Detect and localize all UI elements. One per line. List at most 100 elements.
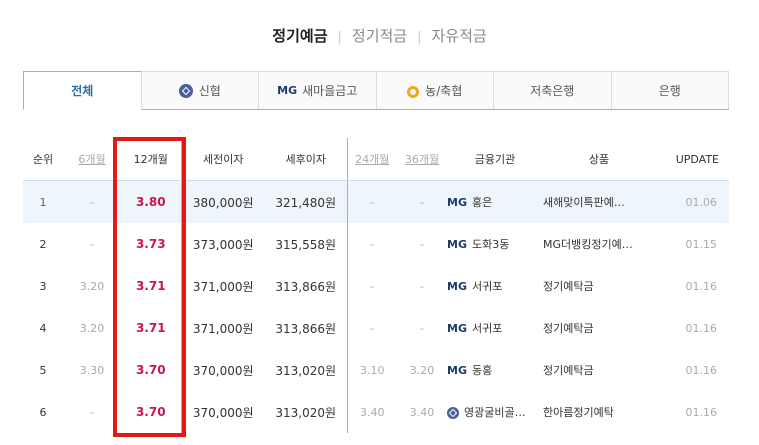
col-24m[interactable]: 24개월	[347, 138, 397, 181]
col-update: UPDATE	[655, 138, 729, 181]
rank-cell: 2	[39, 237, 47, 251]
update-cell: 01.16	[685, 405, 718, 419]
col-institution: 금융기관	[447, 138, 543, 181]
table-row[interactable]: 4 3.20 3.71 371,000원 313,866원 - - MG 서귀포 …	[23, 307, 729, 349]
update-cell: 01.06	[655, 180, 729, 223]
pre-tax-cell: 371,000원	[180, 307, 265, 349]
update-cell: 01.15	[685, 237, 718, 251]
rank-cell: 5	[39, 363, 47, 377]
product-cell[interactable]: 정기예탁금	[543, 265, 655, 307]
table-row[interactable]: 2 - 3.73 373,000원 315,558원 - - MG 도화3동 MG…	[23, 223, 729, 265]
institution-cell[interactable]: MG 동홍	[447, 349, 543, 391]
post-tax-cell: 313,020원	[265, 349, 348, 391]
institution-name: 도화3동	[471, 238, 510, 251]
rate-24m-cell: -	[370, 237, 375, 251]
tab-free-savings[interactable]: 자유적금	[431, 25, 486, 46]
rate-24m-cell: 3.10	[360, 363, 385, 377]
pre-tax-cell: 373,000원	[180, 223, 265, 265]
tab-shinhyup[interactable]: 신협	[140, 71, 259, 109]
pre-tax-cell: 371,000원	[180, 265, 265, 307]
col-6m[interactable]: 6개월	[63, 138, 121, 181]
mg-icon: MG	[447, 238, 467, 251]
tab-bank[interactable]: 은행	[610, 71, 729, 109]
col-12m[interactable]: 12개월	[121, 138, 181, 181]
col-pre-tax: 세전이자	[180, 138, 265, 181]
post-tax-cell: 321,480원	[265, 180, 348, 223]
rate-36m-cell: 3.20	[409, 363, 435, 377]
product-cell[interactable]: MG더뱅킹정기예…	[543, 223, 655, 265]
rate-36m-cell: -	[420, 237, 424, 251]
table-header-row: 순위 6개월 12개월 세전이자 세후이자 24개월 36개월 금융기관 상품 …	[23, 138, 729, 181]
institution-cell[interactable]: 영광굴비골…	[447, 391, 543, 433]
rate-6m-cell: -	[90, 237, 94, 251]
tab-time-deposit[interactable]: 정기예금	[272, 25, 327, 46]
tab-all-label: 전체	[71, 84, 94, 98]
tab-installment-savings[interactable]: 정기적금	[352, 25, 407, 46]
rate-36m-cell: 3.40	[409, 405, 435, 419]
table-row[interactable]: 5 3.30 3.70 370,000원 313,020원 3.10 3.20 …	[23, 349, 729, 391]
col-rank: 순위	[23, 138, 63, 181]
institution-name: 서귀포	[471, 280, 503, 293]
rate-36m-cell: -	[420, 279, 424, 293]
table-row[interactable]: 1 - 3.80 380,000원 321,480원 - - MG 홍은 새해맞이…	[23, 180, 729, 223]
institution-cell[interactable]: MG 서귀포	[447, 265, 543, 307]
pre-tax-cell: 380,000원	[180, 180, 265, 223]
mg-icon: MG	[447, 196, 467, 209]
mg-icon: MG	[447, 280, 467, 293]
tab-nonghyup[interactable]: 농/축협	[375, 71, 494, 109]
rate-table: 순위 6개월 12개월 세전이자 세후이자 24개월 36개월 금융기관 상품 …	[23, 138, 729, 433]
tab-separator: |	[337, 30, 342, 45]
product-tabs: 정기예금 | 정기적금 | 자유적금	[0, 25, 759, 46]
institution-name: 서귀포	[471, 322, 503, 335]
rank-cell: 6	[39, 405, 47, 419]
rate-6m-cell: 3.20	[79, 321, 105, 335]
institution-cell[interactable]: MG 도화3동	[447, 223, 543, 265]
institution-cell[interactable]: MG 서귀포	[447, 307, 543, 349]
rate-12m-cell: 3.70	[135, 363, 166, 377]
tab-all[interactable]: 전체	[23, 71, 142, 110]
nonghyup-icon	[407, 86, 420, 98]
post-tax-cell: 313,866원	[265, 265, 348, 307]
tab-nonghyup-label: 농/축협	[425, 84, 463, 98]
tab-savings-bank[interactable]: 저축은행	[493, 71, 612, 109]
rate-24m-cell: -	[370, 279, 375, 293]
tab-shinhyup-label: 신협	[198, 84, 221, 98]
institution-name: 영광굴비골…	[464, 406, 526, 419]
rate-24m-cell: 3.40	[360, 405, 385, 419]
post-tax-cell: 315,558원	[265, 223, 348, 265]
mg-icon: MG	[277, 84, 298, 97]
col-product: 상품	[543, 138, 655, 181]
mg-icon: MG	[447, 322, 467, 335]
institution-tabs: 전체 신협 MG 새마을금고 농/축협 저축은행 은행	[23, 71, 729, 110]
product-cell[interactable]: 정기예탁금	[543, 307, 655, 349]
rate-12m-cell: 3.71	[135, 321, 166, 335]
post-tax-cell: 313,020원	[265, 391, 348, 433]
table-row[interactable]: 6 - 3.70 370,000원 313,020원 3.40 3.40 영광굴…	[23, 391, 729, 433]
col-36m[interactable]: 36개월	[397, 138, 447, 181]
table-row[interactable]: 3 3.20 3.71 371,000원 313,866원 - - MG 서귀포 …	[23, 265, 729, 307]
institution-name: 동홍	[471, 364, 493, 377]
rate-24m-cell: -	[370, 321, 375, 335]
rate-12m-cell: 3.70	[135, 405, 166, 419]
rate-36m-cell: -	[397, 180, 447, 223]
product-cell[interactable]: 한아름정기예탁	[543, 391, 655, 433]
rate-6m-cell: -	[63, 180, 121, 223]
product-cell[interactable]: 새해맞이특판예…	[543, 180, 655, 223]
pre-tax-cell: 370,000원	[180, 391, 265, 433]
tab-bank-label: 은행	[658, 84, 681, 98]
post-tax-cell: 313,866원	[265, 307, 348, 349]
rate-6m-cell: -	[90, 405, 94, 419]
tab-savings-bank-label: 저축은행	[530, 84, 575, 98]
pre-tax-cell: 370,000원	[180, 349, 265, 391]
rate-6m-cell: 3.30	[79, 363, 105, 377]
product-cell[interactable]: 정기예탁금	[543, 349, 655, 391]
institution-cell[interactable]: MG 홍은	[447, 180, 543, 223]
mg-icon: MG	[447, 364, 467, 377]
tab-saemaeul[interactable]: MG 새마을금고	[258, 71, 377, 109]
rate-12m-cell: 3.73	[135, 237, 166, 251]
col-post-tax: 세후이자	[265, 138, 348, 181]
shinhyup-icon	[178, 83, 193, 98]
tab-separator: |	[417, 30, 422, 45]
rate-12m-cell: 3.71	[135, 279, 166, 293]
update-cell: 01.16	[685, 363, 718, 377]
